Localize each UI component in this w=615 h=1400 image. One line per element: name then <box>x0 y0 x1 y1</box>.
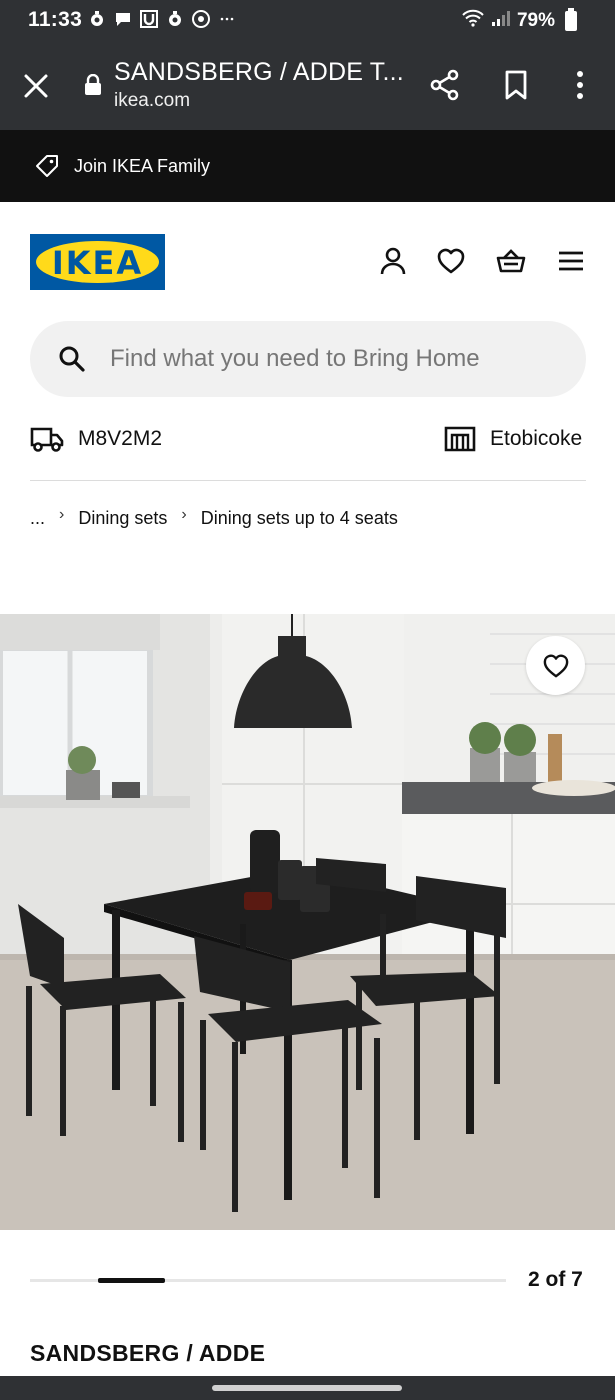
app-notification-icon <box>88 10 106 28</box>
bookmark-button[interactable] <box>502 69 530 101</box>
divider <box>30 480 586 481</box>
tag-icon <box>34 153 60 179</box>
chrome-icon <box>192 10 210 28</box>
page-title[interactable]: SANDSBERG / ADDE T... <box>114 58 404 87</box>
wifi-icon <box>461 8 485 34</box>
heart-icon <box>543 654 568 677</box>
chat-icon <box>114 10 132 28</box>
page-domain[interactable]: ikea.com <box>114 90 190 112</box>
battery-percent: 79% <box>516 10 555 31</box>
join-family-link[interactable]: Join IKEA Family <box>74 156 210 177</box>
more-notifications-icon <box>218 10 236 28</box>
ikea-logo[interactable]: IKEA <box>30 234 165 290</box>
status-bar: 11:33 79% <box>0 0 615 42</box>
search-icon[interactable] <box>58 345 86 373</box>
breadcrumb-ellipsis[interactable]: ... <box>30 508 45 529</box>
profile-icon[interactable] <box>378 245 408 277</box>
breadcrumb-item-dining-sets[interactable]: Dining sets <box>78 508 167 529</box>
more-options-button[interactable] <box>566 69 594 101</box>
save-favorite-button[interactable] <box>526 636 585 695</box>
truck-icon[interactable] <box>30 424 64 454</box>
chevron-right-icon: › <box>59 506 65 523</box>
logo-text: IKEA <box>51 244 144 282</box>
notification-icons <box>88 10 236 28</box>
app-notification-icon <box>166 10 184 28</box>
product-name: SANDSBERG / ADDE <box>30 1340 266 1366</box>
lock-icon[interactable] <box>84 73 102 96</box>
system-nav-bar <box>0 1376 615 1400</box>
menu-icon[interactable] <box>556 245 586 277</box>
family-banner[interactable]: Join IKEA Family <box>0 130 615 202</box>
basket-icon[interactable] <box>496 245 526 277</box>
signal-icon <box>491 9 511 33</box>
browser-toolbar: SANDSBERG / ADDE T... ikea.com <box>0 42 615 130</box>
product-image[interactable] <box>0 614 615 1230</box>
battery-icon <box>565 8 577 31</box>
heart-icon[interactable] <box>436 245 466 277</box>
chevron-right-icon: › <box>181 506 187 523</box>
system-status: 79% <box>461 8 577 34</box>
postal-code[interactable]: M8V2M2 <box>78 427 162 451</box>
store-icon[interactable] <box>444 425 476 453</box>
search-input[interactable] <box>110 339 560 379</box>
location-row: M8V2M2 Etobicoke <box>30 422 586 458</box>
carousel-progress-thumb[interactable] <box>98 1278 165 1283</box>
search-bar[interactable] <box>30 321 586 397</box>
u-app-icon <box>140 10 158 28</box>
status-time: 11:33 <box>28 8 83 31</box>
breadcrumb-item-dining-sets-4-seats[interactable]: Dining sets up to 4 seats <box>201 508 398 529</box>
share-button[interactable] <box>428 68 462 102</box>
image-counter: 2 of 7 <box>528 1268 583 1291</box>
breadcrumb: ... › Dining sets › Dining sets up to 4 … <box>30 506 398 530</box>
store-name[interactable]: Etobicoke <box>490 427 582 451</box>
home-gesture-handle[interactable] <box>212 1385 402 1391</box>
close-tab-button[interactable] <box>20 70 52 102</box>
